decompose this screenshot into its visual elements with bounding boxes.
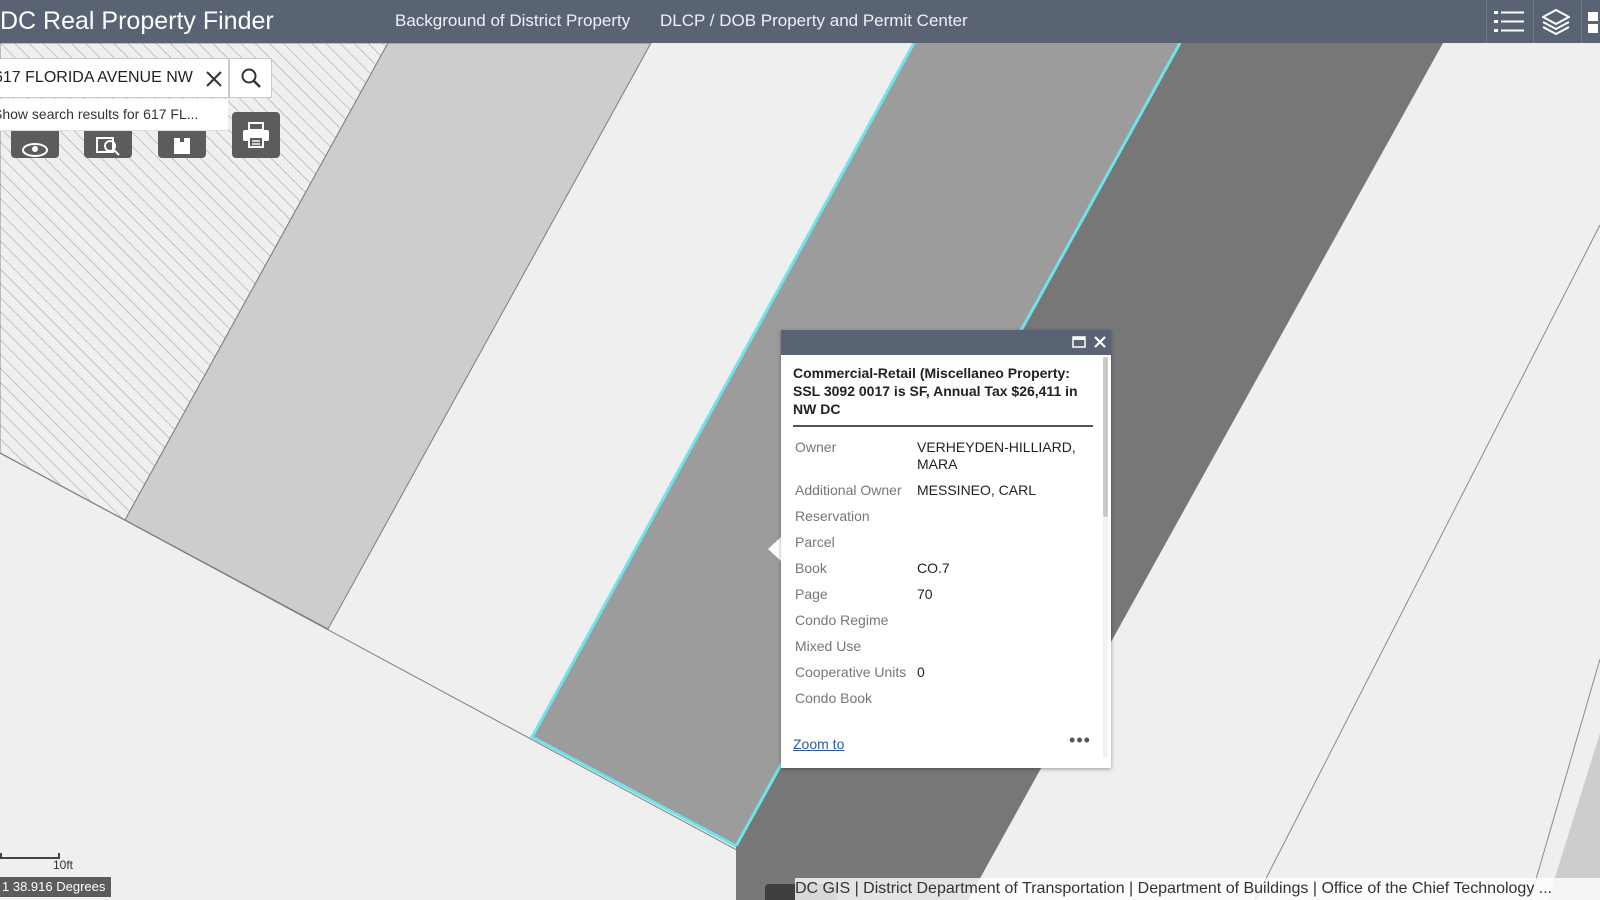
popup-body[interactable]: Commercial-Retail (Miscellaneo Property:… (793, 364, 1093, 729)
permit-center-link[interactable]: DLCP / DOB Property and Permit Center (660, 10, 968, 32)
attribute-label: Mixed Use (795, 638, 862, 654)
background-link[interactable]: Background of District Property (395, 10, 630, 32)
zoom-to-link[interactable]: Zoom to (793, 736, 844, 752)
attribute-table: Owner VERHEYDEN-HILLIARD, MARA Additional… (793, 437, 1093, 714)
attribute-row: Owner VERHEYDEN-HILLIARD, MARA (793, 437, 1093, 480)
header-divider (1581, 0, 1582, 43)
print-button[interactable] (232, 112, 280, 158)
attribute-label: Reservation (795, 508, 870, 524)
rotation-readout: 1 38.916 Degrees (0, 877, 112, 897)
menu-icon[interactable] (1584, 0, 1600, 43)
attribute-value: VERHEYDEN-HILLIARD, MARA (917, 439, 1076, 472)
more-options-icon[interactable]: ••• (1067, 731, 1093, 755)
popup-scrollbar-thumb[interactable] (1103, 357, 1108, 517)
attribute-value: 70 (917, 586, 933, 602)
parcel-search-icon (96, 137, 120, 156)
app-title: DC Real Property Finder (0, 7, 274, 35)
clear-search-icon[interactable] (203, 68, 225, 90)
popup-titlebar (781, 330, 1111, 355)
scale-bar-label: 10ft (53, 858, 74, 872)
basemap-icon (22, 143, 48, 157)
attribute-label: Condo Regime (795, 612, 889, 628)
attribute-row: Page 70 (793, 584, 1093, 610)
attribute-row: Parcel (793, 532, 1093, 558)
attribute-label: Parcel (795, 534, 835, 550)
lot-line (1254, 224, 1600, 900)
attribute-row: Cooperative Units 0 (793, 662, 1093, 688)
popup-pointer (768, 537, 781, 561)
attribute-value: CO.7 (917, 560, 950, 576)
attribute-value (915, 636, 1093, 662)
attribute-label: Book (795, 560, 827, 576)
list-icon[interactable] (1487, 0, 1531, 43)
attribute-label: Page (795, 586, 828, 602)
attribute-value (915, 532, 1093, 558)
attribute-value: MESSINEO, CARL (917, 482, 1037, 498)
app-header: DC Real Property Finder Background of Di… (0, 0, 1600, 43)
attribute-row: Condo Book (793, 688, 1093, 714)
layers-icon[interactable] (1534, 0, 1578, 43)
print-icon (243, 122, 269, 148)
search-button[interactable] (229, 58, 272, 98)
popup-scrollbar[interactable] (1103, 357, 1108, 757)
attribute-row: Book CO.7 (793, 558, 1093, 584)
map-attribution: DC GIS | District Department of Transpor… (795, 878, 1600, 900)
attribute-label: Owner (795, 439, 837, 455)
search-suggestion[interactable]: Show search results for 617 FL... (0, 99, 228, 131)
search-input[interactable] (0, 59, 200, 97)
attribute-label: Additional Owner (795, 482, 902, 498)
feature-popup: Commercial-Retail (Miscellaneo Property:… (781, 330, 1111, 768)
light-parcel-edge[interactable] (1548, 733, 1600, 900)
attribute-label: Cooperative Units (795, 664, 907, 680)
attribute-value (915, 506, 1093, 532)
bookmark-icon (174, 134, 190, 154)
attribute-value (915, 610, 1093, 636)
popup-title: Commercial-Retail (Miscellaneo Property:… (793, 364, 1093, 427)
attribute-value (915, 688, 1093, 714)
attribute-value: 0 (917, 664, 925, 680)
close-icon[interactable] (1092, 334, 1108, 350)
search-box (0, 58, 229, 98)
scale-bar (0, 853, 60, 859)
attribute-row: Additional Owner MESSINEO, CARL (793, 480, 1093, 506)
maximize-icon[interactable] (1071, 334, 1087, 350)
attribute-row: Condo Regime (793, 610, 1093, 636)
search-icon (241, 68, 261, 88)
attribute-label: Condo Book (795, 690, 873, 706)
popup-footer: Zoom to ••• (793, 731, 1093, 757)
attribute-row: Reservation (793, 506, 1093, 532)
attribute-row: Mixed Use (793, 636, 1093, 662)
